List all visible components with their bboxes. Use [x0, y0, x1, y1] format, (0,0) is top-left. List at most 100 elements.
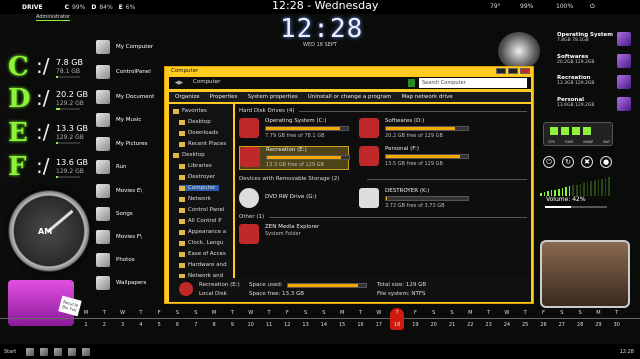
- section-hdd: Hard Disk Drives (4): [239, 108, 529, 114]
- drive-widget-d[interactable]: D :/ 20.2 GB 129.2 GB: [0, 84, 110, 120]
- shortcut-my-document[interactable]: My Document: [96, 90, 154, 104]
- maximize-button[interactable]: [508, 68, 518, 74]
- folder-icon: [179, 185, 185, 191]
- calendar-day[interactable]: 15: [336, 322, 348, 328]
- nav-item[interactable]: Favorites: [173, 108, 207, 114]
- drive-widget-f[interactable]: F :/ 13.6 GB 129.2 GB: [0, 152, 110, 188]
- map-network-drive-button[interactable]: Map network drive: [401, 94, 452, 100]
- properties-button[interactable]: Properties: [210, 94, 238, 100]
- calendar-day[interactable]: 5: [153, 322, 165, 328]
- nav-item[interactable]: Desktop: [173, 152, 205, 158]
- volume-slider[interactable]: [545, 206, 607, 208]
- nav-item[interactable]: Network: [179, 196, 211, 202]
- browser-icon[interactable]: [40, 347, 49, 356]
- calendar-day[interactable]: 24: [501, 322, 513, 328]
- shortcut-my-pictures[interactable]: My Pictures: [96, 137, 148, 151]
- shortcut-photos[interactable]: Photos: [96, 253, 135, 267]
- drive-f[interactable]: Personal (F:) 13.5 GB free of 129 GB: [359, 146, 469, 170]
- explorer-icon[interactable]: [26, 347, 35, 356]
- media-icon[interactable]: [54, 347, 63, 356]
- shortcut-my-computer[interactable]: My Computer: [96, 40, 153, 54]
- calendar-day[interactable]: 29: [592, 322, 604, 328]
- folder-icon[interactable]: [68, 347, 77, 356]
- nav-item[interactable]: Hardware and: [179, 262, 227, 268]
- nav-item[interactable]: All Control P: [179, 218, 222, 224]
- nav-item[interactable]: Ease of Acces: [179, 251, 226, 257]
- calendar-day[interactable]: 26: [538, 322, 550, 328]
- calendar-day[interactable]: 30: [611, 322, 623, 328]
- calendar-day[interactable]: 18: [391, 322, 403, 328]
- shortcut-songs[interactable]: Songs: [96, 207, 133, 221]
- shortcut-my-music[interactable]: My Music: [96, 113, 141, 127]
- close-button[interactable]: [520, 68, 530, 74]
- power-icon[interactable]: ⏻: [590, 3, 595, 11]
- calendar-day[interactable]: 12: [281, 322, 293, 328]
- calendar-day[interactable]: 23: [483, 322, 495, 328]
- uninstall-button[interactable]: Uninstall or change a program: [308, 94, 392, 100]
- nav-item[interactable]: Downloads: [179, 130, 218, 136]
- zen-media-explorer[interactable]: ZEN Media Explorer System Folder: [239, 224, 349, 248]
- right-drive-recreation[interactable]: Recreation 13.3GB 129.2GB: [557, 75, 631, 89]
- calendar-day[interactable]: 16: [355, 322, 367, 328]
- system-properties-button[interactable]: System properties: [247, 94, 297, 100]
- calendar-day[interactable]: 19: [409, 322, 421, 328]
- calendar-day[interactable]: 6: [172, 322, 184, 328]
- calendar-day[interactable]: 28: [574, 322, 586, 328]
- drive-e[interactable]: Recreation (E:) 13.3 GB free of 129 GB: [239, 146, 350, 170]
- nav-item[interactable]: Desktop: [179, 119, 211, 125]
- shortcut-movies-e[interactable]: Movies E\: [96, 184, 142, 198]
- calendar-day[interactable]: 22: [464, 322, 476, 328]
- drive-g[interactable]: DVD RW Drive (G:): [239, 188, 349, 212]
- calendar-weekday: S: [578, 310, 582, 316]
- minimize-button[interactable]: [496, 68, 506, 74]
- calendar-day[interactable]: 20: [428, 322, 440, 328]
- nav-item[interactable]: Appearance a: [179, 229, 226, 235]
- nav-label: Destroyer: [188, 174, 216, 180]
- refresh-icon[interactable]: [408, 79, 415, 87]
- calendar-day[interactable]: 27: [556, 322, 568, 328]
- calendar-day[interactable]: 8: [208, 322, 220, 328]
- calendar-day[interactable]: 17: [373, 322, 385, 328]
- nav-item[interactable]: Recent Places: [179, 141, 226, 147]
- calendar-day[interactable]: 25: [519, 322, 531, 328]
- lock-icon[interactable]: ●: [600, 156, 612, 168]
- right-drive-personal[interactable]: Personal 13.6GB 129.2GB: [557, 97, 631, 111]
- back-forward-icon[interactable]: ◀▶: [169, 80, 189, 86]
- nav-item[interactable]: Clock, Langu: [179, 240, 223, 246]
- nav-item[interactable]: Control Panel: [179, 207, 224, 213]
- calendar-day[interactable]: 21: [446, 322, 458, 328]
- calendar-day[interactable]: 10: [245, 322, 257, 328]
- logoff-icon[interactable]: ✖: [581, 156, 593, 168]
- calendar-weekday: T: [102, 310, 106, 316]
- organize-button[interactable]: Organize: [175, 94, 200, 100]
- calendar-day[interactable]: 1: [80, 322, 92, 328]
- nav-item[interactable]: Destroyer: [179, 174, 215, 180]
- shortcut-run[interactable]: Run: [96, 160, 127, 174]
- calendar-day[interactable]: 14: [318, 322, 330, 328]
- calendar-day[interactable]: 9: [226, 322, 238, 328]
- shortcut-movies-f[interactable]: Movies F\: [96, 230, 142, 244]
- start-button[interactable]: Start: [4, 349, 16, 355]
- nav-item[interactable]: Libraries: [179, 163, 212, 169]
- address-path[interactable]: Computer: [193, 79, 393, 87]
- right-drive-os[interactable]: Operating System 7.8GB 78.1GB: [557, 32, 631, 46]
- calendar-day[interactable]: 2: [98, 322, 110, 328]
- settings-icon[interactable]: [82, 347, 91, 356]
- calendar-day[interactable]: 4: [135, 322, 147, 328]
- drive-k[interactable]: DESTROYER (K:) 3.72 GB free of 3.73 GB: [359, 188, 469, 212]
- shortcut-wallpapers[interactable]: Wallpapers: [96, 276, 146, 290]
- drive-d[interactable]: Softwares (D:) 20.2 GB free of 129 GB: [359, 118, 469, 142]
- restart-icon[interactable]: ↻: [562, 156, 574, 168]
- drive-c[interactable]: Operating System (C:) 7.79 GB free of 78.…: [239, 118, 349, 142]
- drive-widget-c[interactable]: C :/ 7.8 GB 78.1 GB: [0, 52, 110, 88]
- calendar-day[interactable]: 7: [190, 322, 202, 328]
- drive-widget-e[interactable]: E :/ 13.3 GB 129.2 GB: [0, 118, 110, 154]
- search-input[interactable]: Search Computer: [419, 78, 527, 88]
- calendar-day[interactable]: 3: [117, 322, 129, 328]
- calendar-day[interactable]: 13: [300, 322, 312, 328]
- calendar-day[interactable]: 11: [263, 322, 275, 328]
- right-drive-softwares[interactable]: Softwares 20.2GB 129.2GB: [557, 54, 631, 68]
- nav-item[interactable]: Computer: [179, 185, 219, 191]
- power-icon[interactable]: ⏻: [543, 156, 555, 168]
- shortcut-control-panel[interactable]: ControlPanel: [96, 65, 151, 79]
